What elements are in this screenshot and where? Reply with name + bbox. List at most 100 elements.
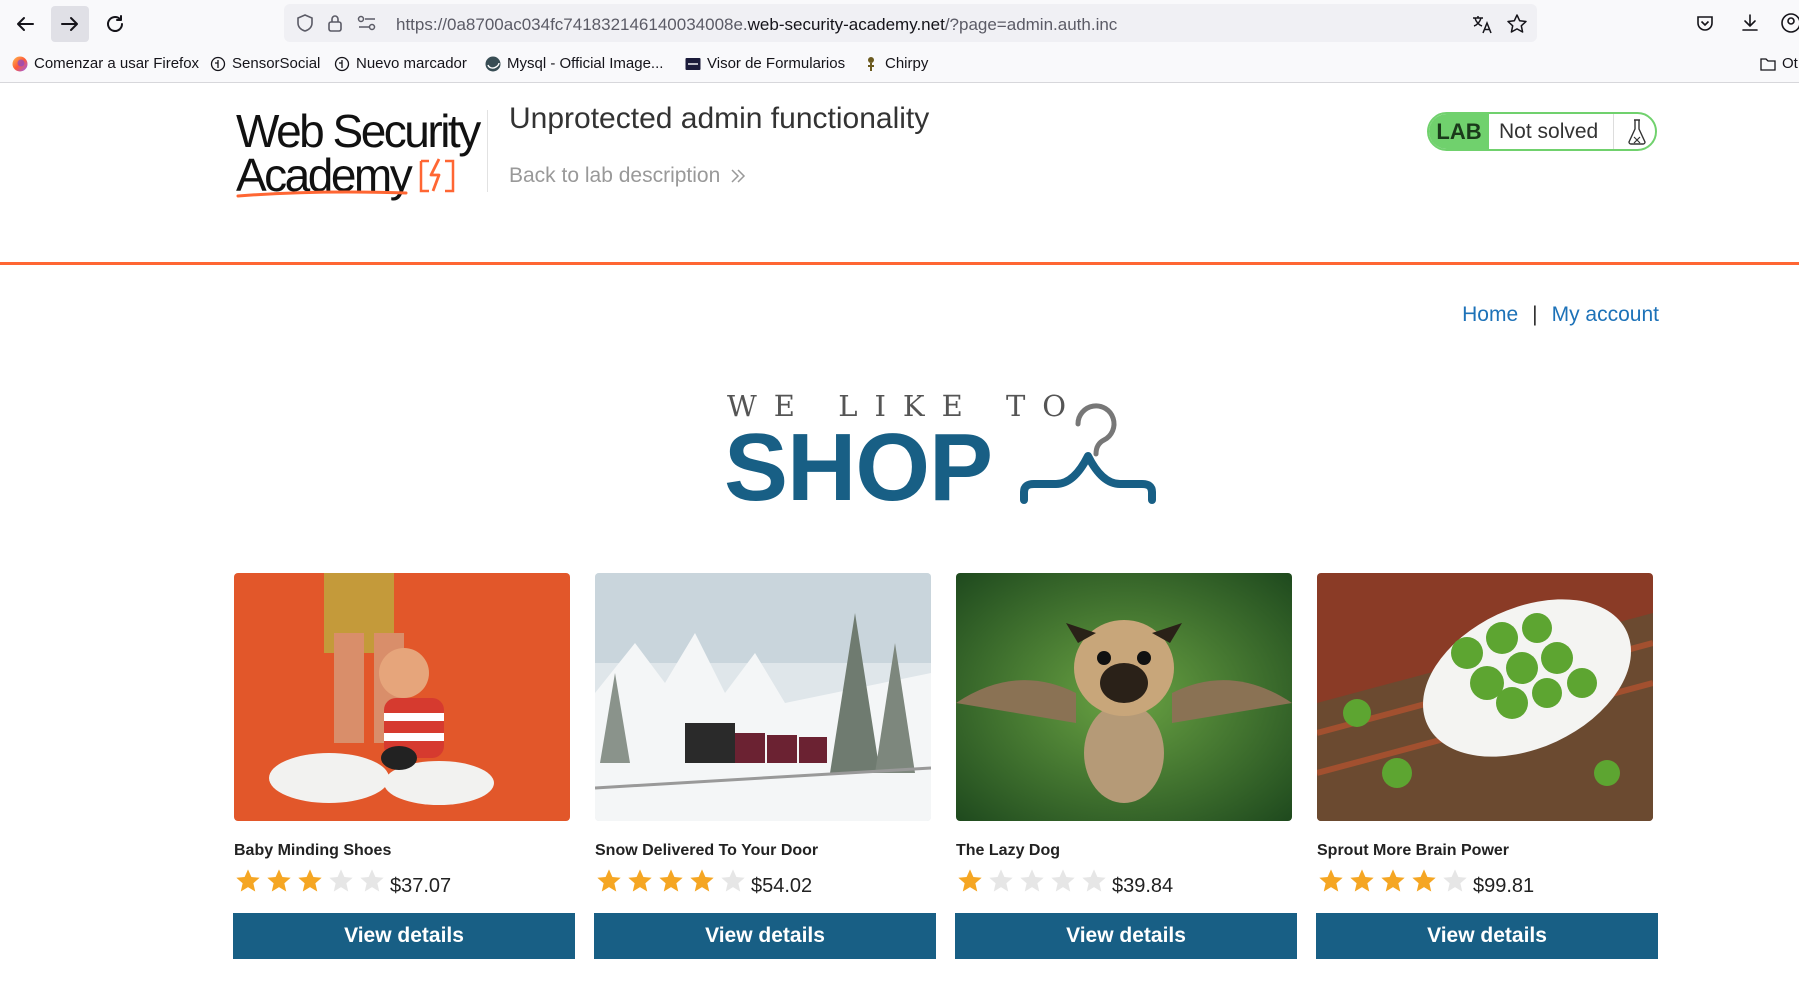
account-button[interactable] [1776,8,1799,38]
lab-flask-button[interactable] [1613,114,1655,149]
star-filled-icon [958,869,982,892]
product-image-brussels-sprouts[interactable] [1317,573,1653,821]
bookmark-star-icon[interactable] [1506,13,1528,40]
form-icon [685,57,701,70]
nav-home-link[interactable]: Home [1462,303,1518,326]
header-divider [487,110,488,192]
flask-icon [1628,118,1646,145]
bookmark-other-folder[interactable]: Ot [1760,55,1798,72]
downloads-button[interactable] [1735,8,1765,38]
url-host: web-security-academy.net [747,15,945,34]
product-rating [1317,867,1472,895]
star-filled-icon [1381,869,1405,892]
account-icon [1781,13,1799,33]
reload-button[interactable] [96,6,134,42]
star-filled-icon [1319,869,1343,892]
forward-button[interactable] [51,6,89,42]
nav-my-account-link[interactable]: My account [1552,303,1659,326]
pocket-button[interactable] [1690,8,1720,38]
firefox-icon [12,56,28,71]
product-rating [595,867,750,895]
url-text[interactable]: https://0a8700ac034fc741832146140034008e… [396,15,1117,35]
url-path: /?page=admin.auth.inc [944,15,1118,34]
lock-icon[interactable] [325,13,345,38]
lab-status-widget: LAB Not solved [1427,112,1657,151]
bookmark-sensorsocial[interactable]: SensorSocial [210,55,320,72]
globe-icon [334,56,350,71]
top-nav: Home | My account [1462,303,1659,327]
star-empty-icon [1082,869,1106,892]
bookmark-visor-formularios[interactable]: Visor de Formularios [685,55,845,72]
header-rule [0,262,1799,265]
back-to-lab-link[interactable]: Back to lab description [509,164,746,188]
globe-icon [210,56,226,71]
star-empty-icon [721,869,745,892]
product-name: Sprout More Brain Power [1317,842,1510,859]
bookmark-label: Comenzar a usar Firefox [34,55,200,72]
bookmark-label: Mysql - Official Image... [507,55,664,72]
bookmark-label: Ot [1782,55,1798,72]
pocket-icon [1697,16,1713,31]
chirpy-icon [868,56,874,71]
star-empty-icon [329,869,353,892]
star-filled-icon [1412,869,1436,892]
shield-icon[interactable] [295,13,315,38]
product-name: Baby Minding Shoes [234,842,392,859]
browser-toolbar: https://0a8700ac034fc741832146140034008e… [0,0,1799,46]
reload-icon [107,15,123,32]
star-filled-icon [236,869,260,892]
star-filled-icon [298,869,322,892]
product-rating [956,867,1111,895]
double-chevron-right-icon [731,169,746,183]
bookmark-firefox[interactable]: Comenzar a usar Firefox [12,55,199,72]
lab-title: Unprotected admin functionality [509,102,930,135]
bookmark-nuevo-marcador[interactable]: Nuevo marcador [334,55,467,72]
folder-icon [1760,57,1776,71]
product-name: The Lazy Dog [956,842,1061,859]
product-image-baby-shoes[interactable] [234,573,570,821]
docker-icon [485,56,501,71]
url-bar[interactable]: https://0a8700ac034fc741832146140034008e… [284,4,1537,42]
view-details-button[interactable]: View details [233,913,575,959]
view-details-button[interactable]: View details [1316,913,1658,959]
star-filled-icon [628,869,652,892]
star-empty-icon [1443,869,1467,892]
hanger-icon [1020,403,1156,504]
product-price: $54.02 [751,875,813,897]
nav-separator: | [1532,303,1538,326]
translate-icon[interactable] [1471,13,1493,40]
bookmark-chirpy[interactable]: Chirpy [863,55,928,72]
logo-line-1: Web Security [236,105,481,157]
star-empty-icon [989,869,1013,892]
lightning-bolt-icon [419,158,455,193]
product-name: Snow Delivered To Your Door [595,842,819,859]
product-price: $39.84 [1112,875,1174,897]
bookmark-label: SensorSocial [232,55,321,72]
bookmark-label: Visor de Formularios [707,55,846,72]
star-empty-icon [1020,869,1044,892]
arrow-right-icon [61,17,78,31]
star-filled-icon [597,869,621,892]
product-rating [234,867,389,895]
bookmarks-toolbar: Comenzar a usar Firefox SensorSocial Nue… [0,46,1799,83]
product-price: $37.07 [390,875,452,897]
bookmark-mysql[interactable]: Mysql - Official Image... [485,55,663,72]
star-empty-icon [360,869,384,892]
url-prefix: https://0a8700ac034fc741832146140034008e… [396,15,748,34]
hero-title: SHOP [724,414,993,521]
web-security-academy-logo[interactable]: Web Security Academy [236,108,486,200]
product-image-lazy-dog[interactable] [956,573,1292,821]
product-price: $99.81 [1473,875,1535,897]
back-button[interactable] [6,6,44,42]
lab-status-text: Not solved [1499,120,1599,143]
star-empty-icon [1051,869,1075,892]
product-image-snow-train[interactable] [595,573,931,821]
logo-underline [236,190,408,198]
view-details-button[interactable]: View details [594,913,936,959]
permissions-icon[interactable] [356,13,378,38]
view-details-button[interactable]: View details [955,913,1297,959]
bookmark-label: Chirpy [885,55,929,72]
arrow-left-icon [17,17,34,31]
star-filled-icon [267,869,291,892]
star-filled-icon [1350,869,1374,892]
